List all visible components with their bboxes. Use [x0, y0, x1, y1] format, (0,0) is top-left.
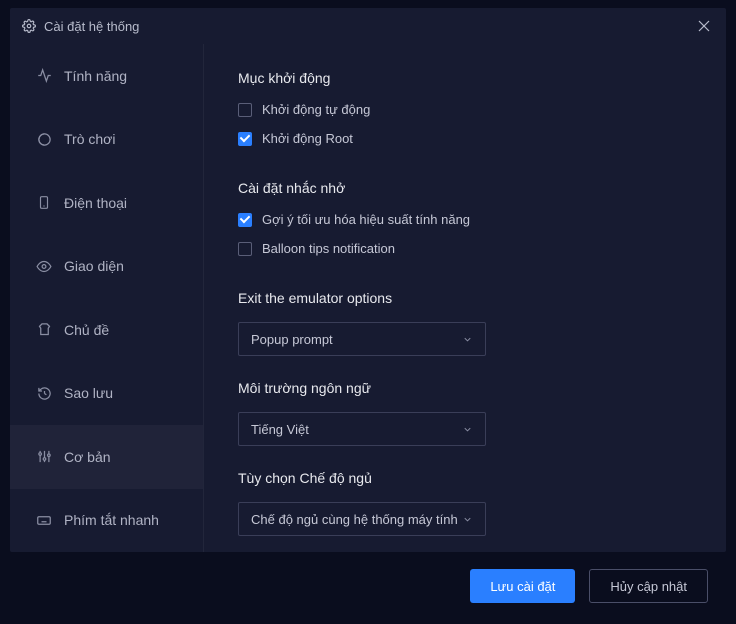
select-value: Tiếng Việt — [251, 422, 309, 437]
section-reminder-title: Cài đặt nhắc nhở — [238, 180, 692, 196]
select-exit[interactable]: Popup prompt — [238, 322, 486, 356]
sidebar-item-label: Giao diện — [64, 258, 124, 274]
checkbox-icon — [238, 242, 252, 256]
checkbox-icon — [238, 103, 252, 117]
sliders-icon — [36, 449, 52, 465]
sidebar-item-theme[interactable]: Chủ đề — [10, 298, 203, 362]
shirt-icon — [36, 322, 52, 338]
sidebar-item-label: Điện thoại — [64, 195, 127, 211]
sidebar-item-game[interactable]: Trò chơi — [10, 108, 203, 172]
title-left: Cài đặt hệ thống — [22, 19, 139, 34]
footer: Lưu cài đặt Hủy cập nhật — [10, 560, 726, 612]
sidebar-item-label: Chủ đề — [64, 322, 109, 338]
eye-icon — [36, 258, 52, 274]
sidebar-item-backup[interactable]: Sao lưu — [10, 362, 203, 426]
checkbox-icon — [238, 132, 252, 146]
save-button[interactable]: Lưu cài đặt — [470, 569, 575, 603]
select-sleep[interactable]: Chế độ ngủ cùng hệ thống máy tính — [238, 502, 486, 536]
chevron-down-icon — [462, 334, 473, 345]
sidebar-item-basic[interactable]: Cơ bản — [10, 425, 203, 489]
sidebar-item-features[interactable]: Tính năng — [10, 44, 203, 108]
checkbox-label: Balloon tips notification — [262, 241, 395, 256]
chevron-down-icon — [462, 514, 473, 525]
checkbox-balloon[interactable]: Balloon tips notification — [238, 241, 692, 256]
select-language[interactable]: Tiếng Việt — [238, 412, 486, 446]
settings-window: Cài đặt hệ thống Tính năng Trò chơi Điện… — [10, 8, 726, 552]
checkbox-root-start[interactable]: Khởi động Root — [238, 131, 692, 146]
sidebar-item-display[interactable]: Giao diện — [10, 235, 203, 299]
sidebar-item-label: Sao lưu — [64, 385, 113, 401]
checkbox-label: Khởi động Root — [262, 131, 353, 146]
select-value: Chế độ ngủ cùng hệ thống máy tính — [251, 512, 458, 527]
gear-icon — [22, 19, 36, 33]
section-startup-title: Mục khởi động — [238, 70, 692, 86]
sidebar: Tính năng Trò chơi Điện thoại Giao diện … — [10, 44, 204, 552]
select-value: Popup prompt — [251, 332, 333, 347]
checkbox-label: Khởi động tự động — [262, 102, 370, 117]
content: Mục khởi động Khởi động tự động Khởi độn… — [204, 44, 726, 552]
body: Tính năng Trò chơi Điện thoại Giao diện … — [10, 44, 726, 552]
section-sleep-title: Tùy chọn Chế độ ngủ — [238, 470, 692, 486]
sidebar-item-label: Tính năng — [64, 68, 127, 84]
keyboard-icon — [36, 512, 52, 528]
section-exit-title: Exit the emulator options — [238, 290, 692, 306]
checkbox-perf-tip[interactable]: Gợi ý tối ưu hóa hiệu suất tính năng — [238, 212, 692, 227]
game-icon — [36, 131, 52, 147]
chevron-down-icon — [462, 424, 473, 435]
phone-icon — [36, 195, 52, 211]
cancel-button[interactable]: Hủy cập nhật — [589, 569, 708, 603]
checkbox-icon — [238, 213, 252, 227]
sidebar-item-label: Cơ bản — [64, 449, 111, 465]
checkbox-auto-start[interactable]: Khởi động tự động — [238, 102, 692, 117]
history-icon — [36, 385, 52, 401]
titlebar: Cài đặt hệ thống — [10, 8, 726, 44]
sidebar-item-phone[interactable]: Điện thoại — [10, 171, 203, 235]
sidebar-item-shortcuts[interactable]: Phím tắt nhanh — [10, 489, 203, 553]
window-title: Cài đặt hệ thống — [44, 19, 139, 34]
checkbox-label: Gợi ý tối ưu hóa hiệu suất tính năng — [262, 212, 470, 227]
close-button[interactable] — [694, 16, 714, 36]
sidebar-item-label: Phím tắt nhanh — [64, 512, 159, 528]
sidebar-item-label: Trò chơi — [64, 131, 115, 147]
activity-icon — [36, 68, 52, 84]
section-lang-title: Môi trường ngôn ngữ — [238, 380, 692, 396]
